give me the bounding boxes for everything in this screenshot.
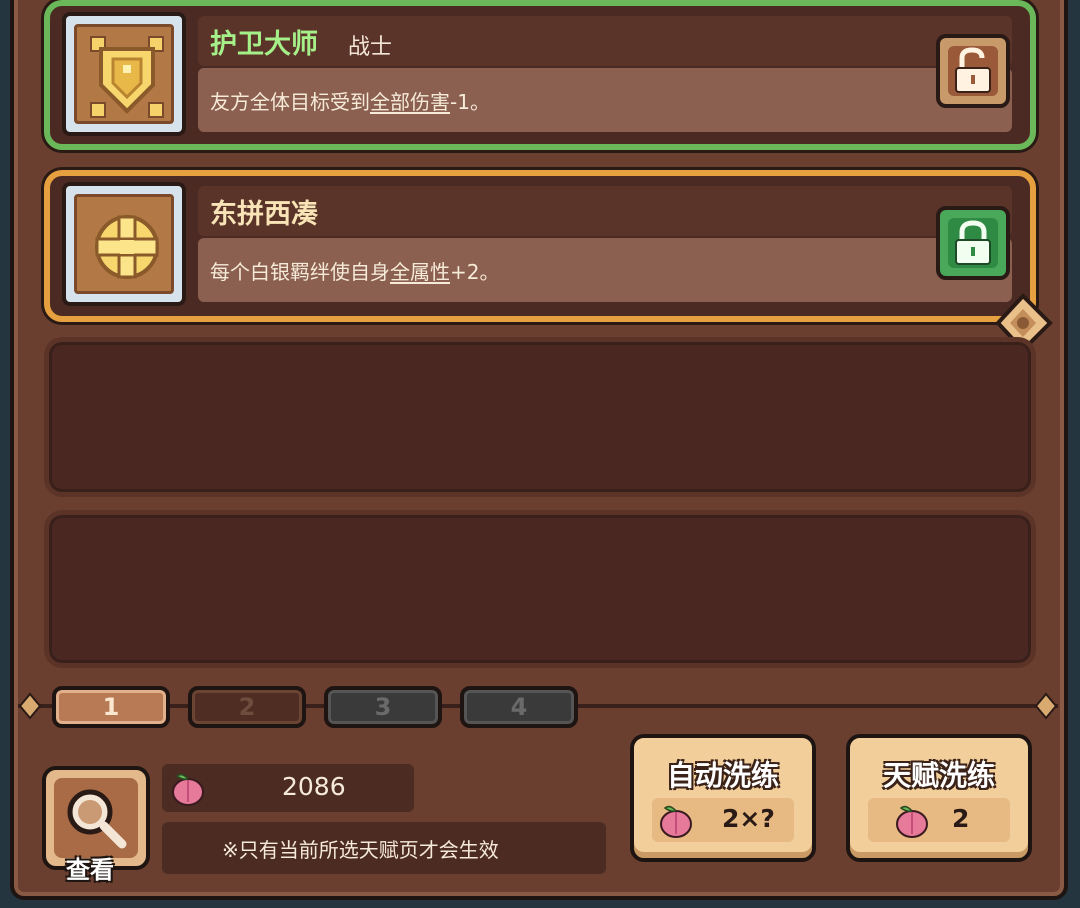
talent-card-1[interactable]: 护卫大师 战士 友方全体目标受到全部伤害-1。 xyxy=(44,0,1036,150)
talent-refine-label: 天赋洗练 xyxy=(882,759,995,792)
peach-currency-icon xyxy=(172,773,204,806)
desc-text: +2。 xyxy=(450,260,500,284)
currency-display: 2086 xyxy=(162,764,414,812)
talent-icon-frame xyxy=(62,182,186,306)
empty-talent-slot-4[interactable] xyxy=(44,510,1036,668)
lock-toggle-button[interactable] xyxy=(936,206,1010,280)
desc-keyword-link[interactable]: 全部伤害 xyxy=(370,90,450,114)
talent-title-row: 护卫大师 战士 xyxy=(198,16,1012,66)
tab-page-2[interactable]: 2 xyxy=(188,686,306,728)
talent-name: 东拼西凑 xyxy=(210,199,318,230)
desc-keyword-link[interactable]: 全属性 xyxy=(390,260,450,284)
locked-padlock-icon xyxy=(955,220,991,265)
shield-icon xyxy=(90,36,164,118)
talent-class: 战士 xyxy=(348,35,393,60)
auto-refine-cost: 2×? xyxy=(722,804,775,833)
view-button-label: 查看 xyxy=(66,856,114,884)
talent-icon-bg xyxy=(74,194,174,294)
auto-refine-button[interactable]: 自动洗练 2×? xyxy=(630,734,816,862)
auto-refine-cost-row: 2×? xyxy=(652,798,794,842)
talent-card-2[interactable]: 东拼西凑 每个白银羁绊使自身全属性+2。 xyxy=(44,170,1036,322)
unlocked-padlock-icon xyxy=(955,47,991,93)
talent-name: 护卫大师 xyxy=(210,29,318,60)
desc-text: 友方全体目标受到 xyxy=(210,90,370,114)
tab-page-3[interactable]: 3 xyxy=(324,686,442,728)
talent-desc-row: 每个白银羁绊使自身全属性+2。 xyxy=(198,238,1012,302)
talent-refine-cost-row: 2 xyxy=(868,798,1010,842)
talent-desc-row: 友方全体目标受到全部伤害-1。 xyxy=(198,68,1012,132)
auto-refine-label: 自动洗练 xyxy=(666,759,779,792)
peach-currency-icon xyxy=(896,805,928,838)
talent-refine-cost: 2 xyxy=(952,804,970,833)
plus-icon xyxy=(95,215,159,279)
unlock-toggle-button[interactable] xyxy=(936,34,1010,108)
tab-page-4[interactable]: 4 xyxy=(460,686,578,728)
notice-text: ※只有当前所选天赋页才会生效 xyxy=(222,838,499,862)
talent-page-tabs: 1 2 3 4 xyxy=(18,680,1058,732)
talent-desc: 友方全体目标受到全部伤害-1。 xyxy=(210,86,490,115)
desc-text: -1。 xyxy=(450,90,490,114)
talent-icon-frame xyxy=(62,12,186,136)
desc-text: 每个白银羁绊使自身 xyxy=(210,260,390,284)
peach-currency-icon xyxy=(660,805,692,838)
currency-amount: 2086 xyxy=(282,772,346,801)
notice-bar: ※只有当前所选天赋页才会生效 xyxy=(162,822,606,874)
talent-title-row: 东拼西凑 xyxy=(198,186,1012,236)
talent-desc: 每个白银羁绊使自身全属性+2。 xyxy=(210,256,499,285)
talent-icon-bg xyxy=(74,24,174,124)
talent-refine-button[interactable]: 天赋洗练 2 xyxy=(846,734,1032,862)
empty-talent-slot-3[interactable] xyxy=(44,337,1036,497)
tab-page-1[interactable]: 1 xyxy=(52,686,170,728)
